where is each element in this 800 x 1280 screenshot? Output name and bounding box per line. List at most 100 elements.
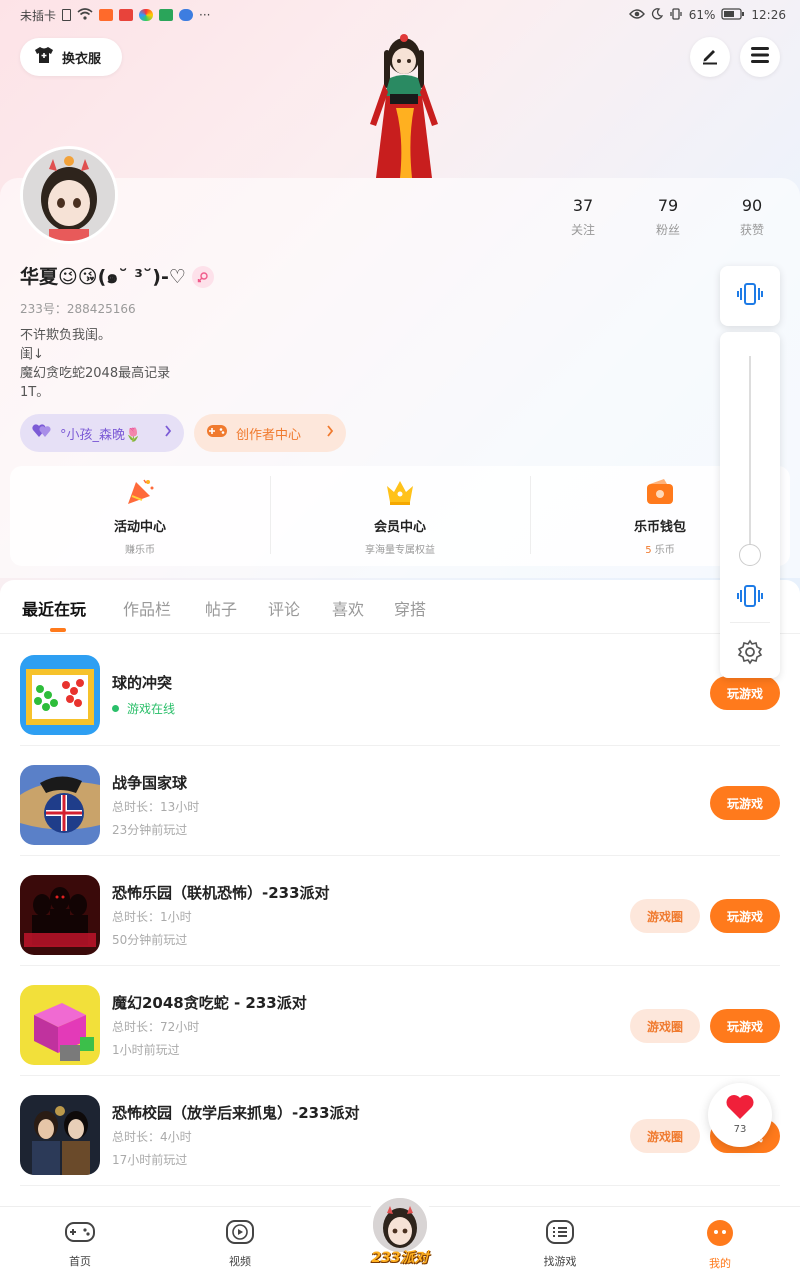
list-item[interactable]: 恐怖乐园（联机恐怖）-233派对 总时长：1小时 50分钟前玩过 游戏圈 玩游戏 xyxy=(20,856,780,966)
clock-time: 12:26 xyxy=(751,8,786,22)
stat-followers[interactable]: 79 粉丝 xyxy=(638,196,698,238)
vibrate-icon xyxy=(736,282,764,310)
profile-face-icon xyxy=(706,1220,734,1251)
crown-icon xyxy=(384,476,416,508)
play-game-button[interactable]: 玩游戏 xyxy=(710,786,780,820)
creator-center-pill[interactable]: 创作者中心 xyxy=(194,414,346,452)
online-label: 游戏在线 xyxy=(127,702,176,716)
nav-mine-label: 我的 xyxy=(709,1257,731,1270)
nav-find-label: 找游戏 xyxy=(543,1255,577,1268)
change-outfit-button[interactable]: 换衣服 xyxy=(20,38,122,76)
floating-like-button[interactable]: 73 xyxy=(708,1083,772,1147)
vip-center-subtitle: 享海量专属权益 xyxy=(365,545,435,556)
game-last-played: 1小时前玩过 xyxy=(112,1043,180,1057)
tab-works[interactable]: 作品栏 xyxy=(123,596,171,620)
game-last-played: 17小时前玩过 xyxy=(112,1153,188,1167)
volume-slider-handle[interactable] xyxy=(739,544,761,566)
gamepad-nav-icon xyxy=(64,1222,96,1249)
game-title: 球的冲突 xyxy=(112,674,173,692)
video-play-icon xyxy=(225,1220,255,1249)
app-browser-icon xyxy=(179,9,194,21)
likes-count: 90 xyxy=(741,196,763,215)
app-ting-icon xyxy=(119,9,134,21)
game-icon xyxy=(20,765,100,845)
list-item[interactable]: 战争国家球 总时长：13小时 23分钟前玩过 玩游戏 xyxy=(20,746,780,856)
user-avatar[interactable] xyxy=(20,146,118,244)
ringer-mode-button[interactable] xyxy=(720,266,780,326)
game-title: 战争国家球 xyxy=(112,774,188,792)
nav-party-avatar[interactable] xyxy=(371,1196,429,1254)
activity-center-subtitle: 赚乐币 xyxy=(125,545,155,556)
play-game-button[interactable]: 玩游戏 xyxy=(710,676,780,710)
nav-video[interactable]: 视频 xyxy=(200,1219,280,1269)
game-duration: 总时长：1小时 xyxy=(112,910,192,924)
wallet-unit: 乐币 xyxy=(651,545,675,556)
chevron-right-icon xyxy=(326,425,334,441)
panel-divider xyxy=(730,622,770,623)
followers-count: 79 xyxy=(657,196,679,215)
list-item[interactable]: 球的冲突 游戏在线 玩游戏 xyxy=(20,636,780,746)
game-duration: 总时长：72小时 xyxy=(112,1020,200,1034)
game-online-status: 游戏在线 xyxy=(112,700,175,717)
menu-icon xyxy=(750,46,770,68)
bio-line: 1T。 xyxy=(20,385,50,400)
game-duration: 总时长：4小时 xyxy=(112,1130,192,1144)
volume-slider-track[interactable] xyxy=(749,356,751,556)
nav-home-label: 首页 xyxy=(69,1255,91,1268)
menu-button[interactable] xyxy=(740,37,780,77)
party-icon xyxy=(124,476,156,508)
party-logo-text[interactable]: 233派对 xyxy=(360,1247,440,1267)
stat-following[interactable]: 37 关注 xyxy=(553,196,613,238)
tab-posts[interactable]: 帖子 xyxy=(205,596,237,620)
tab-recently-played[interactable]: 最近在玩 xyxy=(22,596,86,620)
wifi-icon xyxy=(77,7,93,23)
play-game-button[interactable]: 玩游戏 xyxy=(710,899,780,933)
gender-badge-icon xyxy=(191,266,214,288)
list-item[interactable]: 恐怖校园（放学后来抓鬼）-233派对 总时长：4小时 17小时前玩过 游戏圈 玩… xyxy=(20,1076,780,1186)
vip-center-button[interactable]: 会员中心 享海量专属权益 xyxy=(270,466,530,566)
volume-panel xyxy=(720,332,780,678)
edit-profile-button[interactable] xyxy=(690,37,730,77)
bio-line: 不许欺负我闺。 xyxy=(20,328,112,343)
tab-likes[interactable]: 喜欢 xyxy=(332,596,364,620)
eye-comfort-icon xyxy=(628,8,645,23)
carrier-text: 未插卡 xyxy=(20,8,57,23)
nav-mine[interactable]: 我的 xyxy=(680,1219,760,1271)
bio-line: 魔幻贪吃蛇2048最高记录 xyxy=(20,366,171,381)
nav-video-label: 视频 xyxy=(229,1255,251,1268)
list-icon xyxy=(545,1220,575,1249)
stat-likes[interactable]: 90 获赞 xyxy=(722,196,782,238)
tab-outfits[interactable]: 穿搭 xyxy=(394,596,426,620)
activity-center-button[interactable]: 活动中心 赚乐币 xyxy=(10,466,270,566)
tab-comments[interactable]: 评论 xyxy=(268,596,300,620)
online-dot-icon xyxy=(112,705,119,712)
wallet-icon xyxy=(644,476,676,508)
game-title: 魔幻2048贪吃蛇 - 233派对 xyxy=(112,994,307,1012)
gamepad-icon xyxy=(206,423,228,443)
list-item[interactable]: 魔幻2048贪吃蛇 - 233派对 总时长：72小时 1小时前玩过 游戏圈 玩游… xyxy=(20,966,780,1076)
nav-home[interactable]: 首页 xyxy=(40,1219,120,1269)
followers-label: 粉丝 xyxy=(655,223,680,237)
nav-find-games[interactable]: 找游戏 xyxy=(520,1219,600,1269)
vibrate-mode-icon[interactable] xyxy=(736,584,764,612)
game-circle-button[interactable]: 游戏圈 xyxy=(630,899,700,933)
creator-center-label: 创作者中心 xyxy=(236,427,302,443)
app-color-icon xyxy=(139,9,154,21)
heart-icon xyxy=(725,1093,755,1125)
change-outfit-label: 换衣服 xyxy=(62,51,102,67)
avatar-character-model[interactable] xyxy=(356,28,452,178)
shirt-icon xyxy=(34,46,54,68)
app-233-icon xyxy=(99,9,114,21)
game-circle-button[interactable]: 游戏圈 xyxy=(630,1119,700,1153)
play-game-button[interactable]: 玩游戏 xyxy=(710,1009,780,1043)
user-name-row: 华夏😉😘(๑˘ ³˘)-♡ xyxy=(20,262,214,292)
like-count: 73 xyxy=(733,1124,747,1135)
likes-label: 获赞 xyxy=(739,223,764,237)
settings-gear-icon[interactable] xyxy=(737,639,763,669)
activity-center-title: 活动中心 xyxy=(113,520,166,535)
best-friend-name: °小孩_森晚🌷 xyxy=(60,427,142,443)
chevron-right-icon xyxy=(164,425,172,441)
best-friend-pill[interactable]: °小孩_森晚🌷 xyxy=(20,414,184,452)
game-last-played: 50分钟前玩过 xyxy=(112,933,188,947)
game-circle-button[interactable]: 游戏圈 xyxy=(630,1009,700,1043)
